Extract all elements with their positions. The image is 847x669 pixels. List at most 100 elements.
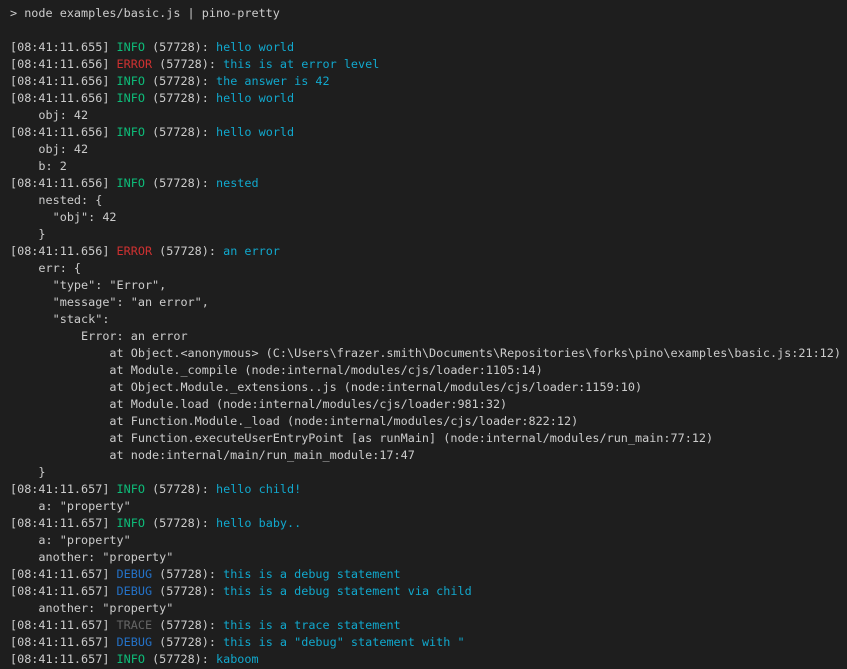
terminal-line: "obj": 42 <box>10 209 847 226</box>
terminal-line: at Object.<anonymous> (C:\Users\frazer.s… <box>10 345 847 362</box>
log-message: kaboom <box>216 652 259 666</box>
terminal-line: obj: 42 <box>10 107 847 124</box>
terminal-line: [08:41:11.656] ERROR (57728): an error <box>10 243 847 260</box>
terminal-line <box>10 22 847 39</box>
terminal-text: at Function.executeUserEntryPoint [as ru… <box>10 431 713 445</box>
log-message: this is at error level <box>223 57 379 71</box>
terminal-text: "message": "an error", <box>10 295 209 309</box>
terminal-text: [08:41:11.656] <box>10 244 117 258</box>
terminal-line: at Module._compile (node:internal/module… <box>10 362 847 379</box>
terminal-text: [08:41:11.656] <box>10 176 117 190</box>
terminal-line: "stack": <box>10 311 847 328</box>
terminal-text: [08:41:11.657] <box>10 516 117 530</box>
log-message: the answer is 42 <box>216 74 330 88</box>
log-level-info: INFO <box>117 91 145 105</box>
log-message: hello child! <box>216 482 301 496</box>
terminal-line: [08:41:11.657] INFO (57728): hello child… <box>10 481 847 498</box>
terminal-line: [08:41:11.657] INFO (57728): kaboom <box>10 651 847 668</box>
terminal-line: [08:41:11.657] DEBUG (57728): this is a … <box>10 566 847 583</box>
terminal-text: obj: 42 <box>10 108 88 122</box>
terminal-text: } <box>10 227 46 241</box>
terminal-text: > node examples/basic.js | pino-pretty <box>10 6 280 20</box>
terminal-line: obj: 42 <box>10 141 847 158</box>
terminal-text: [08:41:11.657] <box>10 618 117 632</box>
terminal-text: err: { <box>10 261 81 275</box>
log-level-info: INFO <box>117 74 145 88</box>
terminal-text: [08:41:11.655] <box>10 40 117 54</box>
terminal-line: at Function.executeUserEntryPoint [as ru… <box>10 430 847 447</box>
terminal-line: another: "property" <box>10 600 847 617</box>
terminal-text: [08:41:11.657] <box>10 584 117 598</box>
terminal-line: [08:41:11.657] INFO (57728): hello baby.… <box>10 515 847 532</box>
terminal-line: } <box>10 226 847 243</box>
terminal-line: [08:41:11.655] INFO (57728): hello world <box>10 39 847 56</box>
terminal-text: another: "property" <box>10 601 173 615</box>
terminal-text: [08:41:11.657] <box>10 635 117 649</box>
terminal-line: "type": "Error", <box>10 277 847 294</box>
log-level-info: INFO <box>117 652 145 666</box>
terminal-text: b: 2 <box>10 159 67 173</box>
terminal-text: nested: { <box>10 193 102 207</box>
terminal-text: at Module.load (node:internal/modules/cj… <box>10 397 507 411</box>
log-message: hello world <box>216 125 294 139</box>
terminal-text: a: "property" <box>10 499 131 513</box>
terminal-line: "message": "an error", <box>10 294 847 311</box>
log-message: nested <box>216 176 259 190</box>
terminal-text: (57728): <box>152 567 223 581</box>
log-level-info: INFO <box>117 125 145 139</box>
terminal-text: (57728): <box>145 74 216 88</box>
terminal-line: > node examples/basic.js | pino-pretty <box>10 5 847 22</box>
log-message: this is a debug statement via child <box>223 584 472 598</box>
terminal-text: (57728): <box>152 244 223 258</box>
terminal-line: at Module.load (node:internal/modules/cj… <box>10 396 847 413</box>
terminal-text: (57728): <box>145 40 216 54</box>
terminal-output: > node examples/basic.js | pino-pretty [… <box>10 5 847 668</box>
log-level-error: ERROR <box>117 244 153 258</box>
log-level-debug: DEBUG <box>117 567 153 581</box>
terminal-text: (57728): <box>145 482 216 496</box>
terminal-text: [08:41:11.657] <box>10 652 117 666</box>
terminal-text: [08:41:11.656] <box>10 57 117 71</box>
terminal-line: b: 2 <box>10 158 847 175</box>
terminal-line: [08:41:11.657] DEBUG (57728): this is a … <box>10 583 847 600</box>
terminal-text: obj: 42 <box>10 142 88 156</box>
terminal-line: at Function.Module._load (node:internal/… <box>10 413 847 430</box>
terminal-line: [08:41:11.656] INFO (57728): nested <box>10 175 847 192</box>
log-level-info: INFO <box>117 516 145 530</box>
terminal-text: (57728): <box>145 652 216 666</box>
terminal-text: "type": "Error", <box>10 278 166 292</box>
log-message: this is a "debug" statement with " <box>223 635 464 649</box>
terminal-line: at Object.Module._extensions..js (node:i… <box>10 379 847 396</box>
terminal-text: at Function.Module._load (node:internal/… <box>10 414 578 428</box>
log-level-info: INFO <box>117 482 145 496</box>
terminal-text: at node:internal/main/run_main_module:17… <box>10 448 415 462</box>
log-message: this is a trace statement <box>223 618 401 632</box>
terminal-text: (57728): <box>152 635 223 649</box>
terminal-line: [08:41:11.656] INFO (57728): the answer … <box>10 73 847 90</box>
terminal-text: (57728): <box>145 91 216 105</box>
terminal-line: [08:41:11.656] ERROR (57728): this is at… <box>10 56 847 73</box>
terminal-text: "stack": <box>10 312 109 326</box>
log-level-debug: DEBUG <box>117 635 153 649</box>
terminal-text: [08:41:11.656] <box>10 125 117 139</box>
terminal-text: another: "property" <box>10 550 173 564</box>
terminal-text: (57728): <box>145 176 216 190</box>
terminal-text: Error: an error <box>10 329 188 343</box>
terminal-line: err: { <box>10 260 847 277</box>
log-message: this is a debug statement <box>223 567 401 581</box>
log-level-debug: DEBUG <box>117 584 153 598</box>
terminal-line: [08:41:11.656] INFO (57728): hello world <box>10 124 847 141</box>
terminal-line: nested: { <box>10 192 847 209</box>
terminal-text: [08:41:11.656] <box>10 91 117 105</box>
log-message: an error <box>223 244 280 258</box>
terminal-text: a: "property" <box>10 533 131 547</box>
terminal-line: Error: an error <box>10 328 847 345</box>
terminal-text: "obj": 42 <box>10 210 117 224</box>
log-message: hello baby.. <box>216 516 301 530</box>
log-level-error: ERROR <box>117 57 153 71</box>
terminal-line: at node:internal/main/run_main_module:17… <box>10 447 847 464</box>
terminal-text: (57728): <box>145 516 216 530</box>
terminal-line: [08:41:11.657] DEBUG (57728): this is a … <box>10 634 847 651</box>
terminal[interactable]: > node examples/basic.js | pino-pretty [… <box>0 0 847 669</box>
terminal-line: a: "property" <box>10 532 847 549</box>
